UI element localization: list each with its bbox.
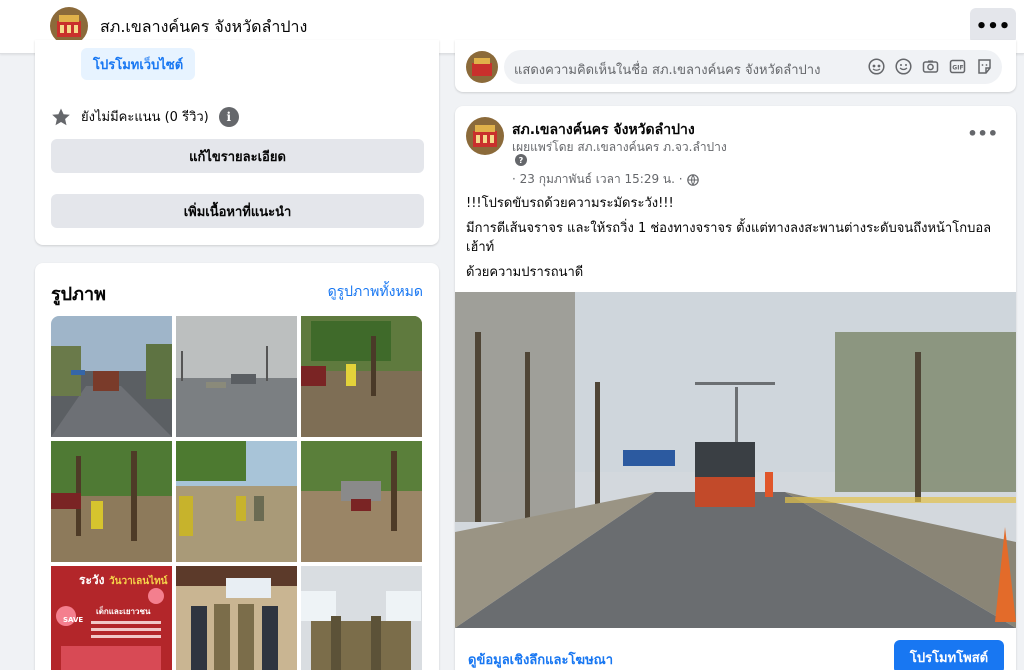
more-horizontal-icon: ••• xyxy=(975,15,1011,37)
comment-composer: แสดงความคิดเห็นในชื่อ สภ.เขลางค์นคร จังห… xyxy=(455,40,1016,92)
post-line: !!!โปรดขับรถด้วยความระมัดระวัง!!! xyxy=(466,196,674,211)
post-body: !!!โปรดขับรถด้วยความระมัดระวัง!!! มีการต… xyxy=(466,194,996,288)
emoji-icon[interactable] xyxy=(894,57,913,76)
post-author-avatar[interactable] xyxy=(466,117,504,155)
photo-thumb[interactable] xyxy=(51,441,172,562)
add-featured-button[interactable]: เพิ่มเนื้อหาที่แนะนำ xyxy=(51,194,424,228)
photo-thumb[interactable] xyxy=(176,566,297,670)
help-icon[interactable]: ? xyxy=(515,154,527,166)
commenter-avatar xyxy=(466,51,498,83)
info-icon[interactable]: i xyxy=(218,106,239,127)
post-more-icon[interactable]: ••• xyxy=(967,124,998,143)
post-published-by: เผยแพร่โดย สภ.เขลางค์นคร ภ.จว.ลำปาง xyxy=(512,140,727,154)
sticker-icon[interactable] xyxy=(975,57,994,76)
comment-icons: GIF xyxy=(867,57,994,76)
thumb-text: ระวัง xyxy=(79,573,105,587)
boost-post-button[interactable]: โปรโมทโพสต์ xyxy=(894,640,1004,670)
photo-thumb[interactable] xyxy=(176,316,297,437)
promote-website-button[interactable]: โปรโมทเว็บไซต์ xyxy=(81,48,196,80)
photo-thumb[interactable] xyxy=(301,441,422,562)
thumb-text: วันวาเลนไทน์ xyxy=(109,574,168,587)
post-timestamp[interactable]: · 23 กุมภาพันธ์ เวลา 15:29 น. · xyxy=(512,170,699,189)
rating-row: ยังไม่มีคะแนน (0 รีวิว) i xyxy=(51,106,239,127)
view-insights-link[interactable]: ดูข้อมูลเชิงลึกและโฆษณา xyxy=(468,649,613,670)
see-all-photos-link[interactable]: ดูรูปภาพทั้งหมด xyxy=(328,281,423,303)
globe-icon xyxy=(686,173,699,186)
rating-text: ยังไม่มีคะแนน (0 รีวิว) xyxy=(81,110,209,125)
comment-input[interactable]: แสดงความคิดเห็นในชื่อ สภ.เขลางค์นคร จังห… xyxy=(504,50,1002,84)
gif-icon[interactable]: GIF xyxy=(948,57,967,76)
post-card: สภ.เขลางค์นคร จังหวัดลำปาง เผยแพร่โดย สภ… xyxy=(455,106,1016,670)
thumb-text: SAVE xyxy=(63,616,83,624)
photo-thumb[interactable] xyxy=(51,316,172,437)
star-icon xyxy=(52,108,70,125)
photo-thumb[interactable] xyxy=(301,316,422,437)
photo-grid: ระวัง วันวาเลนไทน์ SAVE เด็กและเยาวชน xyxy=(51,316,424,670)
svg-text:GIF: GIF xyxy=(952,64,963,71)
photo-thumb[interactable] xyxy=(176,441,297,562)
thumb-text: เด็กและเยาวชน xyxy=(96,605,151,616)
page-title[interactable]: สภ.เขลางค์นคร จังหวัดลำปาง xyxy=(100,15,307,40)
post-line: ด้วยความปรารถนาดี xyxy=(466,265,584,280)
photo-thumb[interactable] xyxy=(301,566,422,670)
photos-title: รูปภาพ xyxy=(51,284,106,305)
post-photo[interactable] xyxy=(455,292,1016,628)
comment-placeholder: แสดงความคิดเห็นในชื่อ สภ.เขลางค์นคร จังห… xyxy=(514,63,821,78)
edit-details-button[interactable]: แก้ไขรายละเอียด xyxy=(51,139,424,173)
photo-thumb[interactable]: ระวัง วันวาเลนไทน์ SAVE เด็กและเยาวชน xyxy=(51,566,172,670)
photos-card: รูปภาพ ดูรูปภาพทั้งหมด ระวัง วันวาเลนไทน… xyxy=(35,263,439,670)
avatar-sticker-icon[interactable] xyxy=(867,57,886,76)
post-line: มีการตีเส้นจราจร และให้รถวิ่ง 1 ช่องทางจ… xyxy=(466,221,992,255)
camera-icon[interactable] xyxy=(921,57,940,76)
more-options-button[interactable]: ••• xyxy=(970,8,1016,44)
post-date-text: · 23 กุมภาพันธ์ เวลา 15:29 น. · xyxy=(512,172,683,186)
about-card: โปรโมทเว็บไซต์ ยังไม่มีคะแนน (0 รีวิว) i… xyxy=(35,40,439,245)
